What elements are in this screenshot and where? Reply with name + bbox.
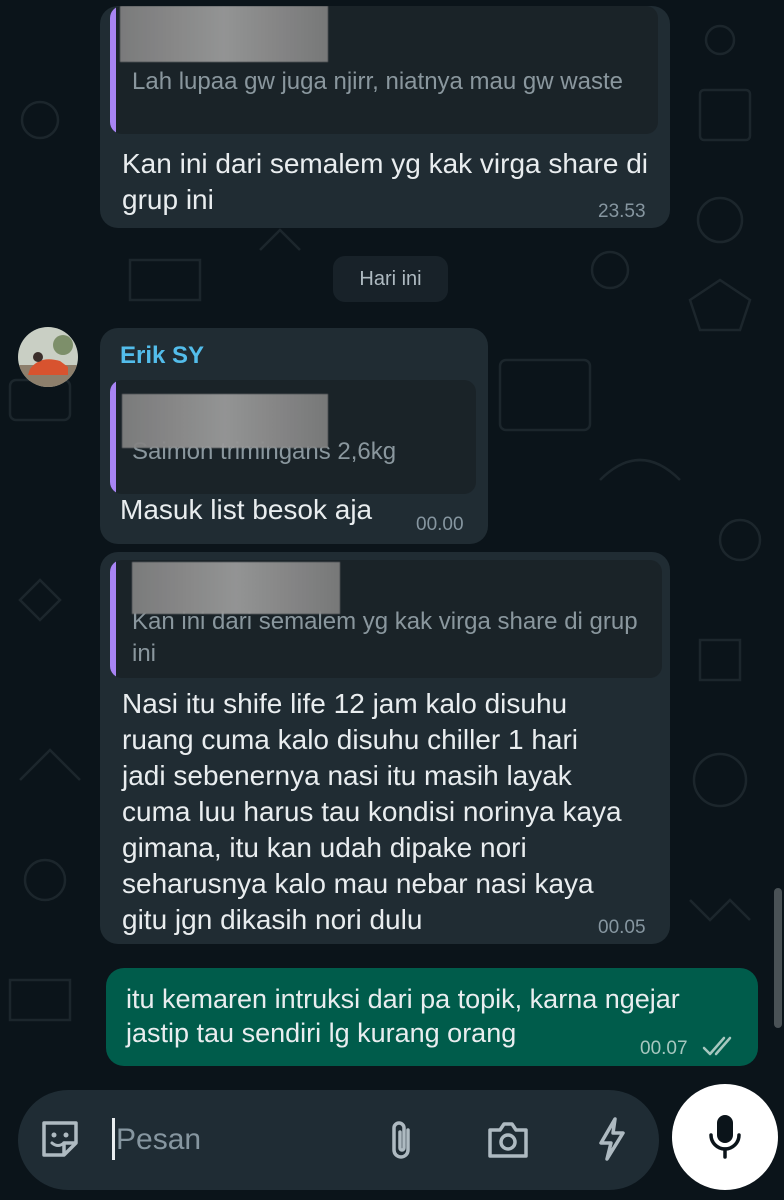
blurred-quote-author [120, 6, 328, 62]
scrollbar[interactable] [774, 888, 782, 1028]
quote-accent-bar [110, 560, 116, 678]
sender-name[interactable]: Erik SY [120, 342, 204, 370]
message-text: Nasi itu shife life 12 jam kalo disuhu r… [122, 688, 622, 935]
message-bubble-incoming[interactable]: Kan ini dari semalem yg kak virga share … [100, 552, 670, 944]
quote-accent-bar [110, 380, 116, 494]
blurred-quote-author [122, 394, 328, 448]
double-check-icon [702, 1036, 732, 1056]
avatar-image [18, 327, 78, 387]
message-bubble-outgoing[interactable]: itu kemaren intruksi dari pa topik, karn… [106, 968, 758, 1066]
message-time: 00.00 [416, 514, 464, 535]
lightning-icon[interactable] [593, 1115, 629, 1163]
message-time: 00.05 [598, 917, 646, 938]
paperclip-icon[interactable] [382, 1116, 422, 1164]
quote-text: Lah lupaa gw juga njirr, niatnya mau gw … [132, 68, 623, 95]
avatar[interactable] [18, 327, 78, 387]
date-separator: Hari ini [333, 256, 448, 302]
text-caret [112, 1118, 115, 1160]
quote-accent-bar [110, 6, 116, 134]
message-text: Masuk list besok aja [120, 494, 373, 525]
quoted-reply[interactable]: Saimon trimingans 2,6kg [110, 380, 476, 494]
message-bubble-incoming[interactable]: Erik SY Saimon trimingans 2,6kg Masuk li… [100, 328, 488, 544]
quote-text: Kan ini dari semalem yg kak virga share … [132, 608, 638, 667]
quoted-reply[interactable]: Kan ini dari semalem yg kak virga share … [110, 560, 662, 678]
message-input[interactable]: Pesan [116, 1123, 201, 1157]
message-time: 23.53 [598, 201, 646, 222]
microphone-icon [709, 1115, 741, 1159]
message-text: Kan ini dari semalem yg kak virga share … [122, 148, 649, 215]
message-time: 00.07 [640, 1038, 688, 1059]
message-bubble-incoming[interactable]: Lah lupaa gw juga njirr, niatnya mau gw … [100, 6, 670, 228]
microphone-button[interactable] [672, 1084, 778, 1190]
sticker-icon[interactable] [36, 1115, 84, 1163]
blurred-quote-author [132, 562, 340, 614]
camera-icon[interactable] [484, 1118, 532, 1162]
quoted-reply[interactable]: Lah lupaa gw juga njirr, niatnya mau gw … [110, 6, 658, 134]
